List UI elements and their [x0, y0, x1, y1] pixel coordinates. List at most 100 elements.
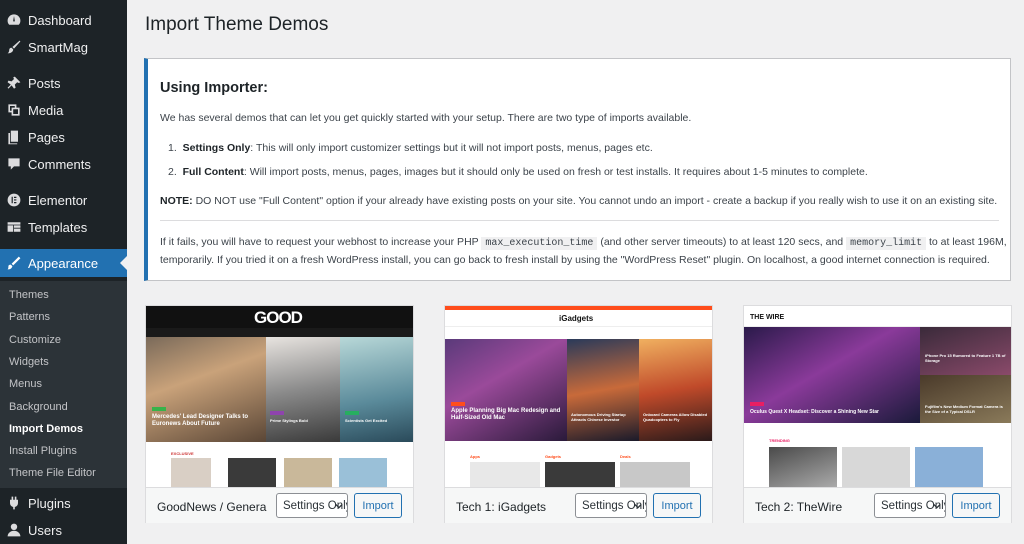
- preview-hero-image-2: [567, 339, 639, 441]
- sidebar-item-media[interactable]: Media: [0, 96, 127, 124]
- sidebar-item-elementor[interactable]: Elementor: [0, 186, 127, 214]
- chevron-down-icon: [335, 503, 343, 509]
- preview-topbar: [445, 306, 712, 310]
- sidebar-item-smartmag[interactable]: SmartMag: [0, 33, 127, 61]
- submenu-theme-file-editor[interactable]: Theme File Editor: [9, 467, 96, 479]
- preview-logo: THE WIRE: [750, 314, 785, 321]
- preview-caption-3: Fujifilm's New Medium Format Camera is t…: [925, 404, 1003, 414]
- preview-hero-image-3: [920, 375, 1011, 423]
- import-type-select[interactable]: Settings Only: [575, 493, 647, 518]
- submenu-install-plugins[interactable]: Install Plugins: [9, 445, 77, 457]
- preview-tag: [270, 411, 284, 415]
- preview-caption-3: Onboard Cameras Allow Disabled Quadcopte…: [643, 412, 708, 422]
- info-intro: We has several demos that can let you ge…: [160, 112, 692, 124]
- preview-hero-image-2: [266, 337, 340, 442]
- import-button[interactable]: Import: [952, 493, 1000, 518]
- submenu-patterns[interactable]: Patterns: [9, 311, 50, 323]
- preview-logo: iGadgets: [559, 314, 594, 323]
- admin-sidebar: Dashboard SmartMag Posts Media Pages Com…: [0, 0, 127, 544]
- info-heading: Using Importer:: [160, 80, 268, 96]
- dashboard-icon: [0, 12, 28, 28]
- info-fail-line-1: If it fails, you will have to request yo…: [160, 236, 1007, 250]
- users-icon: [0, 522, 28, 538]
- info-list-item-settings-only: 1. Settings Only: This will only import …: [168, 142, 653, 154]
- sidebar-item-posts[interactable]: Posts: [0, 69, 127, 97]
- sidebar-item-users[interactable]: Users: [0, 516, 127, 544]
- preview-thumb: [620, 462, 690, 487]
- preview-caption-1: Oculus Quest X Headset: Discover a Shini…: [750, 409, 879, 415]
- sidebar-item-pages[interactable]: Pages: [0, 123, 127, 151]
- chevron-down-icon: [634, 503, 642, 509]
- info-list-item-full-content: 2. Full Content: Will import posts, menu…: [168, 166, 868, 178]
- import-type-select[interactable]: Settings Only: [276, 493, 348, 518]
- page-title: Import Theme Demos: [145, 14, 329, 35]
- preview-nav: [146, 328, 413, 337]
- import-button[interactable]: Import: [354, 493, 402, 518]
- preview-caption-1: Mercedes' Lead Designer Talks to Euronew…: [152, 414, 249, 427]
- demo-card-igadgets: iGadgets Apple Planning Big Mac Redesign…: [444, 305, 713, 523]
- demo-name: Tech 2: TheWire: [755, 500, 843, 514]
- preview-hero-image-2: [920, 327, 1011, 375]
- submenu-background[interactable]: Background: [9, 401, 68, 413]
- pages-icon: [0, 129, 28, 145]
- sidebar-item-dashboard[interactable]: Dashboard: [0, 6, 127, 34]
- preview-thumb: [915, 447, 983, 487]
- import-type-select[interactable]: Settings Only: [874, 493, 946, 518]
- demo-preview-igadgets[interactable]: iGadgets Apple Planning Big Mac Redesign…: [445, 306, 712, 487]
- submenu-widgets[interactable]: Widgets: [9, 356, 49, 368]
- code-memory-limit: memory_limit: [846, 237, 927, 250]
- demo-preview-thewire[interactable]: THE WIRE Oculus Quest X Headset: Discove…: [744, 306, 1011, 487]
- submenu-customize[interactable]: Customize: [9, 334, 61, 346]
- preview-thumb: [842, 447, 910, 487]
- appearance-submenu: Themes Patterns Customize Widgets Menus …: [0, 281, 127, 488]
- submenu-import-demos[interactable]: Import Demos: [9, 423, 83, 435]
- submenu-menus[interactable]: Menus: [9, 378, 42, 390]
- preview-thumb: [171, 458, 211, 487]
- preview-section-gadgets: Gadgets: [545, 454, 562, 459]
- preview-caption-2: Autonomous Driving Startup Attracts Chin…: [571, 412, 626, 422]
- sidebar-item-plugins[interactable]: Plugins: [0, 489, 127, 517]
- preview-tag: [152, 407, 166, 411]
- demo-name: Tech 1: iGadgets: [456, 500, 547, 514]
- import-button[interactable]: Import: [653, 493, 701, 518]
- preview-thumb: [545, 462, 615, 487]
- importer-info-box: Using Importer: We has several demos tha…: [144, 58, 1011, 281]
- sidebar-item-appearance[interactable]: Appearance: [0, 249, 127, 277]
- preview-thumb: [339, 458, 387, 487]
- preview-logo: GOOD: [254, 308, 303, 327]
- preview-section-deals: Deals: [620, 454, 631, 459]
- submenu-themes[interactable]: Themes: [9, 289, 49, 301]
- active-indicator: [120, 256, 127, 270]
- demo-card-goodnews: GOOD Mercedes' Lead Designer Talks to Eu…: [145, 305, 414, 523]
- sidebar-item-templates[interactable]: Templates: [0, 213, 127, 241]
- media-icon: [0, 102, 28, 118]
- chevron-down-icon: [933, 503, 941, 509]
- preview-tag: [451, 402, 465, 406]
- plugins-icon: [0, 495, 28, 511]
- demo-preview-goodnews[interactable]: GOOD Mercedes' Lead Designer Talks to Eu…: [146, 306, 413, 487]
- preview-caption-2: Prime Stylings Bold: [270, 418, 308, 423]
- preview-section-label: EXCLUSIVE: [171, 451, 194, 456]
- templates-icon: [0, 219, 28, 235]
- info-note: NOTE: DO NOT use "Full Content" option i…: [160, 195, 998, 207]
- elementor-icon: [0, 192, 28, 208]
- demo-card-footer: Tech 2: TheWire Settings Only Import: [744, 487, 1011, 523]
- preview-divider: [445, 326, 712, 327]
- preview-caption-2: iPhone Pro 15 Rumored to Feature 1 TB of…: [925, 353, 1006, 363]
- preview-caption-1: Apple Planning Big Mac Redesign and Half…: [451, 408, 561, 421]
- code-max-execution-time: max_execution_time: [481, 237, 598, 250]
- preview-section-label: TRENDING: [769, 438, 790, 443]
- demo-card-thewire: THE WIRE Oculus Quest X Headset: Discove…: [743, 305, 1012, 523]
- demo-card-footer: Tech 1: iGadgets Settings Only Import: [445, 487, 712, 523]
- preview-thumb: [228, 458, 276, 487]
- appearance-icon: [0, 255, 28, 271]
- demo-name: GoodNews / General: [157, 500, 267, 514]
- preview-hero-image-3: [340, 337, 413, 442]
- preview-hero-image-1: [445, 339, 567, 441]
- pin-icon: [0, 75, 28, 91]
- sidebar-item-comments[interactable]: Comments: [0, 150, 127, 178]
- preview-caption-3: Scientists Get Excited: [345, 418, 388, 423]
- preview-tag: [345, 411, 359, 415]
- preview-section-apps: Apps: [470, 454, 480, 459]
- preview-thumb: [470, 462, 540, 487]
